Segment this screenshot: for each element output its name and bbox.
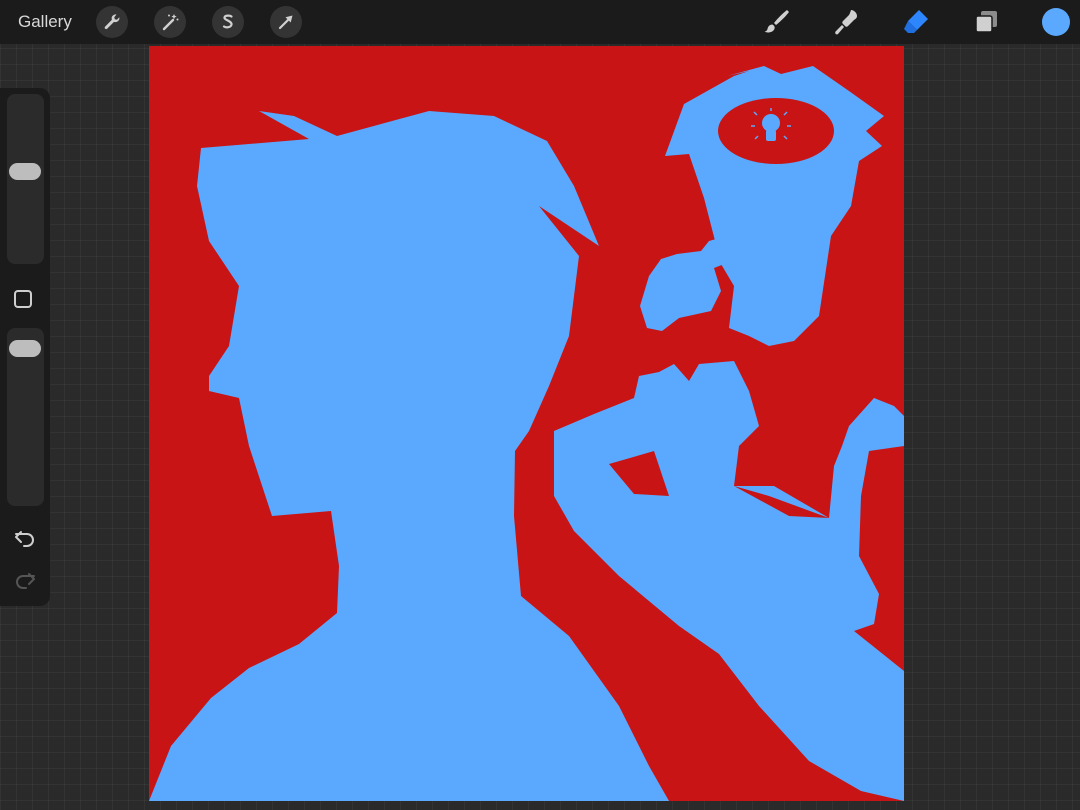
transform-arrow-icon <box>278 15 293 30</box>
brush-button[interactable] <box>760 6 792 38</box>
smudge-button[interactable] <box>830 6 862 38</box>
eraser-icon <box>904 10 928 33</box>
layers-icon <box>975 11 997 33</box>
layers-button[interactable] <box>970 6 1002 38</box>
color-picker-button[interactable] <box>1042 8 1070 36</box>
undo-button[interactable] <box>12 528 38 550</box>
actions-button[interactable] <box>96 6 128 38</box>
top-toolbar: Gallery <box>0 0 1080 44</box>
gallery-button[interactable]: Gallery <box>18 11 72 33</box>
magic-wand-icon <box>162 14 179 31</box>
transform-button[interactable] <box>270 6 302 38</box>
adjustments-button[interactable] <box>154 6 186 38</box>
drawing-canvas[interactable] <box>149 46 904 801</box>
undo-icon <box>15 531 34 547</box>
selection-button[interactable] <box>212 6 244 38</box>
artwork <box>149 46 904 801</box>
brush-size-slider-thumb[interactable] <box>9 163 41 180</box>
selection-icon <box>222 14 233 29</box>
opacity-slider-thumb[interactable] <box>9 340 41 357</box>
redo-button[interactable] <box>12 570 38 592</box>
thought-bubble <box>718 98 834 164</box>
eraser-button[interactable] <box>900 6 932 38</box>
smudge-icon <box>835 10 857 35</box>
redo-icon <box>16 573 35 589</box>
modify-button[interactable] <box>14 290 32 308</box>
brush-icon <box>764 10 789 33</box>
sidebar <box>0 88 50 606</box>
wrench-icon <box>104 14 120 30</box>
